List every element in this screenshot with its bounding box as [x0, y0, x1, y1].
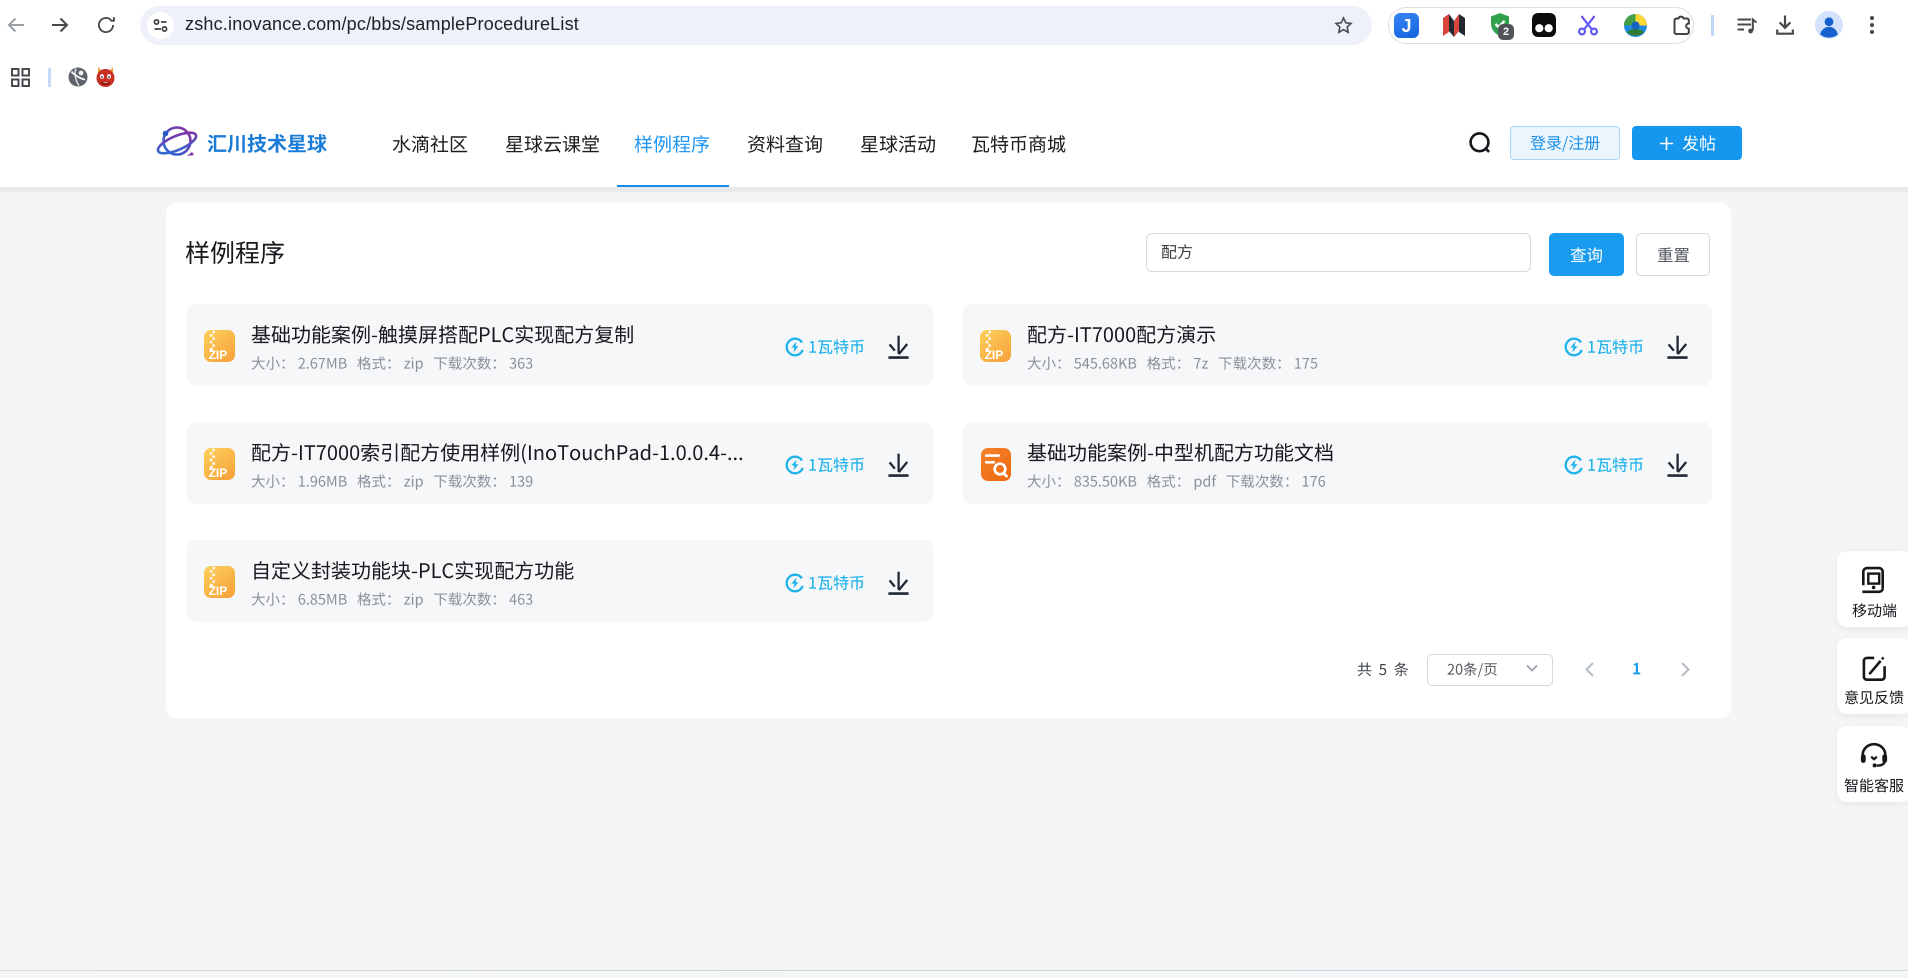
- svg-text:ZIP: ZIP: [984, 348, 1003, 362]
- svg-text:ZIP: ZIP: [208, 466, 227, 480]
- svg-text:ZIP: ZIP: [208, 584, 227, 598]
- svg-text:ZIP: ZIP: [208, 348, 227, 362]
